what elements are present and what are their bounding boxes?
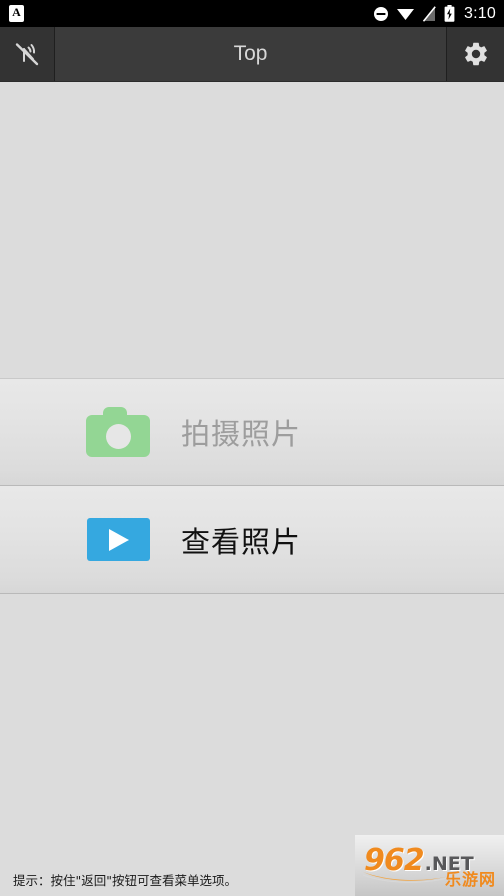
cellular-signal-off-icon [422,5,437,22]
watermark-swoosh-icon [362,872,456,883]
letter-a-notification-icon: A [9,5,24,22]
status-bar-system-icons: 3:10 [373,5,496,23]
status-bar: A 3:10 [0,0,504,27]
status-bar-notifications: A [9,5,24,22]
page-title: Top [233,42,268,65]
action-bar: Top [0,27,504,82]
wifi-icon [396,6,415,21]
action-list: 拍摄照片 查看照片 [0,378,504,594]
settings-button[interactable] [447,27,504,81]
action-bar-title-area[interactable]: Top [55,27,447,81]
wireless-off-button[interactable] [0,27,55,81]
main-content: 拍摄照片 查看照片 提示：按住"返回"按钮可查看菜单选项。 962 .NET 乐… [0,82,504,896]
settings-gear-icon [462,40,490,68]
status-bar-clock: 3:10 [464,4,496,22]
wireless-off-icon [12,39,42,69]
play-video-icon [83,518,153,561]
footer-hint-text: 提示：按住"返回"按钮可查看菜单选项。 [13,873,237,888]
battery-charging-icon [444,5,455,22]
camera-icon [83,407,153,457]
list-item-label-view-photos: 查看照片 [181,524,302,559]
watermark-chinese: 乐游网 [444,870,496,889]
list-item-take-photo[interactable]: 拍摄照片 [0,378,504,486]
list-item-view-photos[interactable]: 查看照片 [0,486,504,594]
list-item-label-take-photo: 拍摄照片 [181,417,302,451]
watermark-962net: 962 .NET 乐游网 [355,835,504,896]
do-not-disturb-icon [373,6,389,22]
